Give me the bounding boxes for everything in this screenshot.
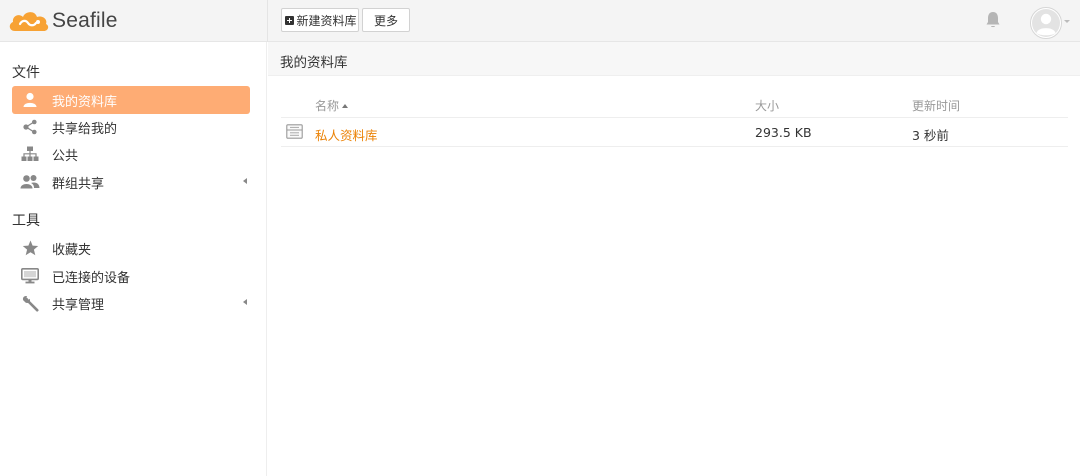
library-name-link[interactable]: 私人资料库: [315, 125, 378, 144]
plus-square-icon: [285, 15, 295, 25]
avatar[interactable]: [1030, 7, 1062, 39]
table-header-row: 名称 大小 更新时间: [281, 88, 1068, 118]
files-heading: 文件: [12, 65, 40, 81]
bell-icon[interactable]: [983, 10, 1003, 30]
sidebar-item-linked-devices[interactable]: 已连接的设备: [12, 262, 250, 290]
column-header-size[interactable]: 大小: [755, 97, 779, 114]
column-header-modified[interactable]: 更新时间: [912, 97, 960, 114]
avatar-dropdown-caret-icon[interactable]: [1064, 20, 1070, 23]
user-icon: [19, 91, 41, 109]
more-label: 更多: [373, 13, 398, 28]
table-row[interactable]: 私人资料库 293.5 KB 3 秒前: [281, 118, 1068, 147]
sidebar: 文件 我的资料库 共享给我的 公共 群组共享 工具 收藏夹 已连接的设备 共享管…: [0, 42, 267, 476]
group-icon: [19, 173, 41, 191]
sort-ascending-icon[interactable]: [342, 104, 349, 108]
monitor-icon: [19, 267, 41, 285]
column-header-name[interactable]: 名称: [315, 97, 349, 114]
sidebar-item-favorites[interactable]: 收藏夹: [12, 234, 250, 262]
logo-text: Seafile: [52, 9, 118, 32]
sidebar-item-label: 群组共享: [52, 176, 105, 192]
tools-heading: 工具: [12, 213, 40, 229]
library-size: 293.5 KB: [755, 125, 812, 140]
sidebar-item-my-libraries[interactable]: 我的资料库: [12, 86, 250, 114]
page-title: 我的资料库: [280, 55, 348, 71]
sitemap-icon: [19, 145, 41, 163]
sidebar-item-public[interactable]: 公共: [12, 140, 250, 168]
sidebar-item-label: 收藏夹: [52, 242, 92, 258]
expand-caret-icon[interactable]: [243, 299, 247, 305]
library-table: 名称 大小 更新时间 私人资料库 293.5 KB 3 秒前: [281, 88, 1068, 147]
library-modified-time: 3 秒前: [912, 128, 949, 143]
sidebar-item-label: 公共: [52, 148, 79, 164]
header-divider: [267, 0, 268, 42]
wrench-icon: [19, 294, 41, 312]
sidebar-item-label: 我的资料库: [52, 94, 118, 110]
top-header: Seafile 新建资料库 更多: [0, 0, 1080, 42]
library-icon: [286, 124, 303, 139]
expand-caret-icon[interactable]: [243, 178, 247, 184]
seafile-logo[interactable]: Seafile: [8, 7, 118, 35]
new-library-button[interactable]: 新建资料库: [281, 8, 359, 32]
main-header: 我的资料库: [268, 42, 1080, 76]
more-button[interactable]: 更多: [362, 8, 410, 32]
star-icon: [19, 239, 41, 257]
sidebar-item-share-admin[interactable]: 共享管理: [12, 289, 250, 317]
new-library-label: 新建资料库: [296, 13, 357, 28]
sidebar-item-label: 共享管理: [52, 297, 105, 313]
sidebar-item-group-shares[interactable]: 群组共享: [12, 168, 250, 196]
seafile-cloud-icon: [9, 12, 49, 31]
column-header-label: 名称: [315, 99, 340, 113]
sidebar-item-label: 已连接的设备: [52, 270, 131, 286]
sidebar-item-shared-with-me[interactable]: 共享给我的: [12, 113, 250, 141]
share-icon: [19, 118, 41, 136]
sidebar-item-label: 共享给我的: [52, 121, 118, 137]
